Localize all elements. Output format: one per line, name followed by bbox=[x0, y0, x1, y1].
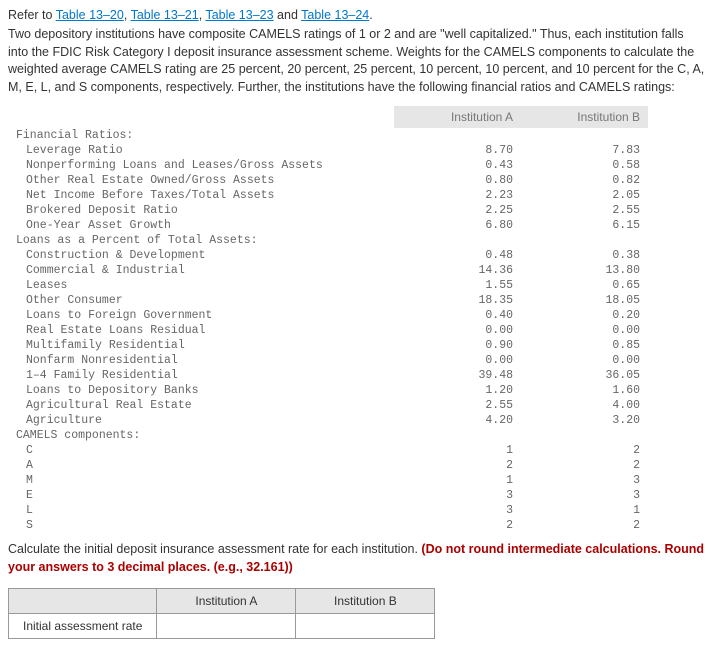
cell-a: 0.00 bbox=[394, 323, 521, 338]
calc-text: Calculate the initial deposit insurance … bbox=[8, 542, 421, 556]
cell-a: 6.80 bbox=[394, 218, 521, 233]
cell-b: 0.82 bbox=[521, 173, 648, 188]
cell-a: 2 bbox=[394, 458, 521, 473]
cell-a: 2.23 bbox=[394, 188, 521, 203]
row-label: A bbox=[8, 458, 394, 473]
row-label: Leases bbox=[8, 278, 394, 293]
row-label: Nonperforming Loans and Leases/Gross Ass… bbox=[8, 158, 394, 173]
header-institution-a: Institution A bbox=[394, 106, 521, 128]
cell-a: 2.25 bbox=[394, 203, 521, 218]
cell-a: 0.40 bbox=[394, 308, 521, 323]
refer-line: Refer to Table 13–20, Table 13–21, Table… bbox=[8, 8, 705, 22]
row-label: Multifamily Residential bbox=[8, 338, 394, 353]
row-label: Construction & Development bbox=[8, 248, 394, 263]
link-table-13-20[interactable]: Table 13–20 bbox=[56, 8, 124, 22]
answer-header-b: Institution B bbox=[296, 589, 435, 614]
cell-b: 0.38 bbox=[521, 248, 648, 263]
cell-a: 1 bbox=[394, 443, 521, 458]
cell-a: 2.55 bbox=[394, 398, 521, 413]
answer-row-label: Initial assessment rate bbox=[9, 614, 157, 639]
link-table-13-21[interactable]: Table 13–21 bbox=[131, 8, 199, 22]
row-label: Real Estate Loans Residual bbox=[8, 323, 394, 338]
row-label: L bbox=[8, 503, 394, 518]
row-label: S bbox=[8, 518, 394, 533]
answer-table: Institution A Institution B Initial asse… bbox=[8, 588, 435, 639]
cell-b: 18.05 bbox=[521, 293, 648, 308]
cell-b: 0.65 bbox=[521, 278, 648, 293]
data-table: Institution A Institution B Financial Ra… bbox=[8, 106, 648, 533]
row-label: Other Consumer bbox=[8, 293, 394, 308]
cell-b: 0.85 bbox=[521, 338, 648, 353]
cell-b: 2 bbox=[521, 458, 648, 473]
answer-input-a[interactable] bbox=[157, 614, 296, 639]
row-label: M bbox=[8, 473, 394, 488]
refer-prefix: Refer to bbox=[8, 8, 56, 22]
row-label: E bbox=[8, 488, 394, 503]
cell-a: 1.55 bbox=[394, 278, 521, 293]
cell-a: 0.43 bbox=[394, 158, 521, 173]
cell-b: 0.00 bbox=[521, 323, 648, 338]
cell-b: 0.20 bbox=[521, 308, 648, 323]
section-camels: CAMELS components: bbox=[8, 428, 648, 443]
cell-b: 36.05 bbox=[521, 368, 648, 383]
answer-header-a: Institution A bbox=[157, 589, 296, 614]
cell-a: 0.48 bbox=[394, 248, 521, 263]
cell-b: 6.15 bbox=[521, 218, 648, 233]
row-label: Brokered Deposit Ratio bbox=[8, 203, 394, 218]
row-label: C bbox=[8, 443, 394, 458]
header-spacer bbox=[8, 106, 394, 128]
answer-input-b[interactable] bbox=[296, 614, 435, 639]
cell-b: 2 bbox=[521, 518, 648, 533]
row-label: Loans to Foreign Government bbox=[8, 308, 394, 323]
cell-b: 2.05 bbox=[521, 188, 648, 203]
section-financial-ratios: Financial Ratios: bbox=[8, 128, 648, 143]
cell-b: 7.83 bbox=[521, 143, 648, 158]
section-loans-percent: Loans as a Percent of Total Assets: bbox=[8, 233, 648, 248]
row-label: One-Year Asset Growth bbox=[8, 218, 394, 233]
row-label: Nonfarm Nonresidential bbox=[8, 353, 394, 368]
cell-b: 1 bbox=[521, 503, 648, 518]
link-table-13-23[interactable]: Table 13–23 bbox=[205, 8, 273, 22]
row-label: Agriculture bbox=[8, 413, 394, 428]
cell-b: 0.00 bbox=[521, 353, 648, 368]
cell-b: 3.20 bbox=[521, 413, 648, 428]
row-label: Leverage Ratio bbox=[8, 143, 394, 158]
cell-a: 2 bbox=[394, 518, 521, 533]
row-label: 1–4 Family Residential bbox=[8, 368, 394, 383]
cell-a: 18.35 bbox=[394, 293, 521, 308]
cell-b: 13.80 bbox=[521, 263, 648, 278]
problem-paragraph: Two depository institutions have composi… bbox=[8, 26, 705, 96]
cell-b: 3 bbox=[521, 488, 648, 503]
cell-a: 1.20 bbox=[394, 383, 521, 398]
row-label: Net Income Before Taxes/Total Assets bbox=[8, 188, 394, 203]
cell-a: 4.20 bbox=[394, 413, 521, 428]
cell-a: 8.70 bbox=[394, 143, 521, 158]
row-label: Loans to Depository Banks bbox=[8, 383, 394, 398]
cell-a: 3 bbox=[394, 503, 521, 518]
cell-a: 0.90 bbox=[394, 338, 521, 353]
link-table-13-24[interactable]: Table 13–24 bbox=[301, 8, 369, 22]
cell-a: 3 bbox=[394, 488, 521, 503]
calculation-instruction: Calculate the initial deposit insurance … bbox=[8, 541, 705, 576]
cell-b: 3 bbox=[521, 473, 648, 488]
cell-b: 0.58 bbox=[521, 158, 648, 173]
cell-b: 1.60 bbox=[521, 383, 648, 398]
cell-b: 2 bbox=[521, 443, 648, 458]
cell-a: 1 bbox=[394, 473, 521, 488]
row-label: Commercial & Industrial bbox=[8, 263, 394, 278]
answer-header-spacer bbox=[9, 589, 157, 614]
cell-a: 0.00 bbox=[394, 353, 521, 368]
row-label: Agricultural Real Estate bbox=[8, 398, 394, 413]
cell-b: 2.55 bbox=[521, 203, 648, 218]
row-label: Other Real Estate Owned/Gross Assets bbox=[8, 173, 394, 188]
cell-a: 39.48 bbox=[394, 368, 521, 383]
cell-a: 0.80 bbox=[394, 173, 521, 188]
cell-b: 4.00 bbox=[521, 398, 648, 413]
cell-a: 14.36 bbox=[394, 263, 521, 278]
header-institution-b: Institution B bbox=[521, 106, 648, 128]
